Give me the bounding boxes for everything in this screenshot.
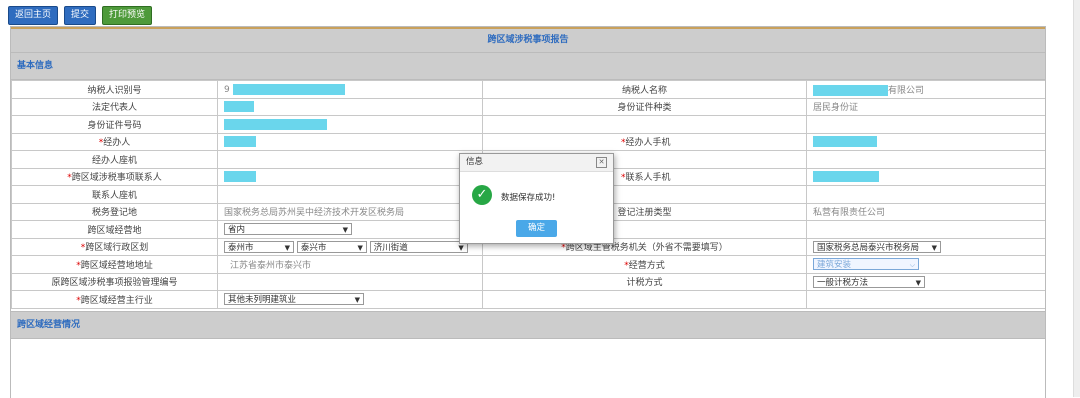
contact-label: *跨区域涉税事项联系人 — [11, 167, 218, 186]
tax-calc-method-select[interactable]: 一般计税方法 ▼ — [813, 275, 925, 288]
dropdown-arrow-icon: ▼ — [931, 243, 937, 252]
chevron-down-icon: ⌵ — [909, 261, 915, 270]
county-select[interactable]: 泰兴市 ▼ — [296, 240, 367, 253]
dropdown-arrow-icon: ▼ — [354, 296, 360, 305]
tax-registration-value: 国家税务总局苏州吴中经济技术开发区税务局 — [217, 202, 483, 221]
taxpayer-id-value: 9 — [217, 80, 483, 99]
address-value[interactable]: 江苏省泰州市泰兴市 — [217, 255, 483, 274]
main-industry-select[interactable]: 其他未列明建筑业 ▼ — [224, 293, 364, 306]
table-row: 法定代表人 身份证件种类 居民身份证 — [11, 97, 1045, 116]
print-preview-button[interactable]: 打印预览 — [102, 6, 153, 25]
dropdown-arrow-icon: ▼ — [342, 226, 348, 235]
info-dialog: 信息 ✕ ✓ 数据保存成功! 确定 — [459, 153, 614, 244]
dialog-message: 数据保存成功! — [501, 193, 556, 203]
table-row: *跨区域经营地地址 江苏省泰州市泰兴市 *经营方式 建筑安装 ⌵ — [11, 255, 1045, 274]
section-basic-info: 基本信息 — [11, 52, 1045, 80]
dialog-header: 信息 ✕ — [460, 154, 613, 172]
redaction-mask — [224, 171, 256, 183]
location-select[interactable]: 省内 ▼ — [224, 223, 352, 236]
tax-registration-label: 税务登记地 — [11, 202, 218, 221]
dropdown-arrow-icon: ▼ — [357, 243, 363, 252]
section-operations: 跨区域经营情况 — [11, 310, 1045, 339]
scrollbar[interactable] — [1073, 0, 1080, 397]
redaction-mask — [813, 136, 877, 148]
redaction-mask — [224, 136, 256, 148]
business-mode-select[interactable]: 建筑安装 ⌵ — [813, 258, 919, 271]
id-type-value: 居民身份证 — [806, 97, 1045, 116]
handler-landline-label: 经办人座机 — [11, 150, 218, 169]
table-row: 身份证件号码 — [11, 115, 1045, 134]
success-check-icon: ✓ — [472, 185, 492, 205]
legal-rep-label: 法定代表人 — [11, 97, 218, 116]
original-report-number-value[interactable] — [217, 272, 483, 291]
address-label: *跨区域经营地地址 — [11, 255, 218, 274]
taxpayer-name-suffix: 有限公司 — [888, 85, 925, 96]
tax-calc-method-label: 计税方式 — [482, 272, 807, 291]
taxpayer-name-value: 有限公司 — [806, 80, 1045, 99]
cross-region-location-label: 跨区域经营地 — [11, 220, 218, 239]
close-icon[interactable]: ✕ — [596, 157, 607, 168]
tax-authority-select[interactable]: 国家税务总局泰兴市税务局 ▼ — [813, 240, 941, 253]
city-select[interactable]: 泰州市 ▼ — [224, 240, 294, 253]
dropdown-arrow-icon: ▼ — [915, 278, 921, 287]
handler-label: *经办人 — [11, 132, 218, 151]
street-select[interactable]: 济川街道 ▼ — [369, 240, 468, 253]
dialog-title: 信息 — [466, 157, 484, 167]
contact-landline-value[interactable] — [217, 185, 483, 204]
redaction-mask — [813, 171, 879, 183]
redaction-mask — [224, 101, 254, 113]
main-industry-label: *跨区域经营主行业 — [11, 290, 218, 309]
original-report-number-label: 原跨区域涉税事项报验管理编号 — [11, 272, 218, 291]
registration-type-value: 私营有限责任公司 — [806, 202, 1045, 221]
handler-phone-label: *经办人手机 — [482, 132, 807, 151]
business-mode-label: *经营方式 — [482, 255, 807, 274]
back-home-button[interactable]: 返回主页 — [8, 6, 59, 25]
table-row: *跨区域经营主行业 其他未列明建筑业 ▼ — [11, 290, 1045, 309]
table-row: *经办人 *经办人手机 — [11, 132, 1045, 151]
handler-landline-value[interactable] — [217, 150, 483, 169]
redaction-mask — [813, 84, 888, 96]
admin-division-label: *跨区域行政区划 — [11, 237, 218, 256]
table-row: 纳税人识别号 9 纳税人名称 有限公司 — [11, 80, 1045, 99]
redaction-mask — [224, 118, 327, 130]
id-type-label: 身份证件种类 — [482, 97, 807, 116]
contact-landline-label: 联系人座机 — [11, 185, 218, 204]
taxpayer-id-label: 纳税人识别号 — [11, 80, 218, 99]
submit-button[interactable]: 提交 — [64, 6, 97, 25]
id-number-label: 身份证件号码 — [11, 115, 218, 134]
page-title: 跨区域涉税事项报告 — [11, 27, 1045, 52]
dropdown-arrow-icon: ▼ — [284, 243, 290, 252]
taxpayer-id-prefix: 9 — [224, 84, 230, 95]
confirm-button[interactable]: 确定 — [516, 220, 557, 237]
table-row: 原跨区域涉税事项报验管理编号 计税方式 一般计税方法 ▼ — [11, 272, 1045, 291]
redaction-mask — [232, 83, 345, 95]
taxpayer-name-label: 纳税人名称 — [482, 80, 807, 99]
toolbar: 返回主页 提交 打印预览 — [8, 6, 153, 25]
